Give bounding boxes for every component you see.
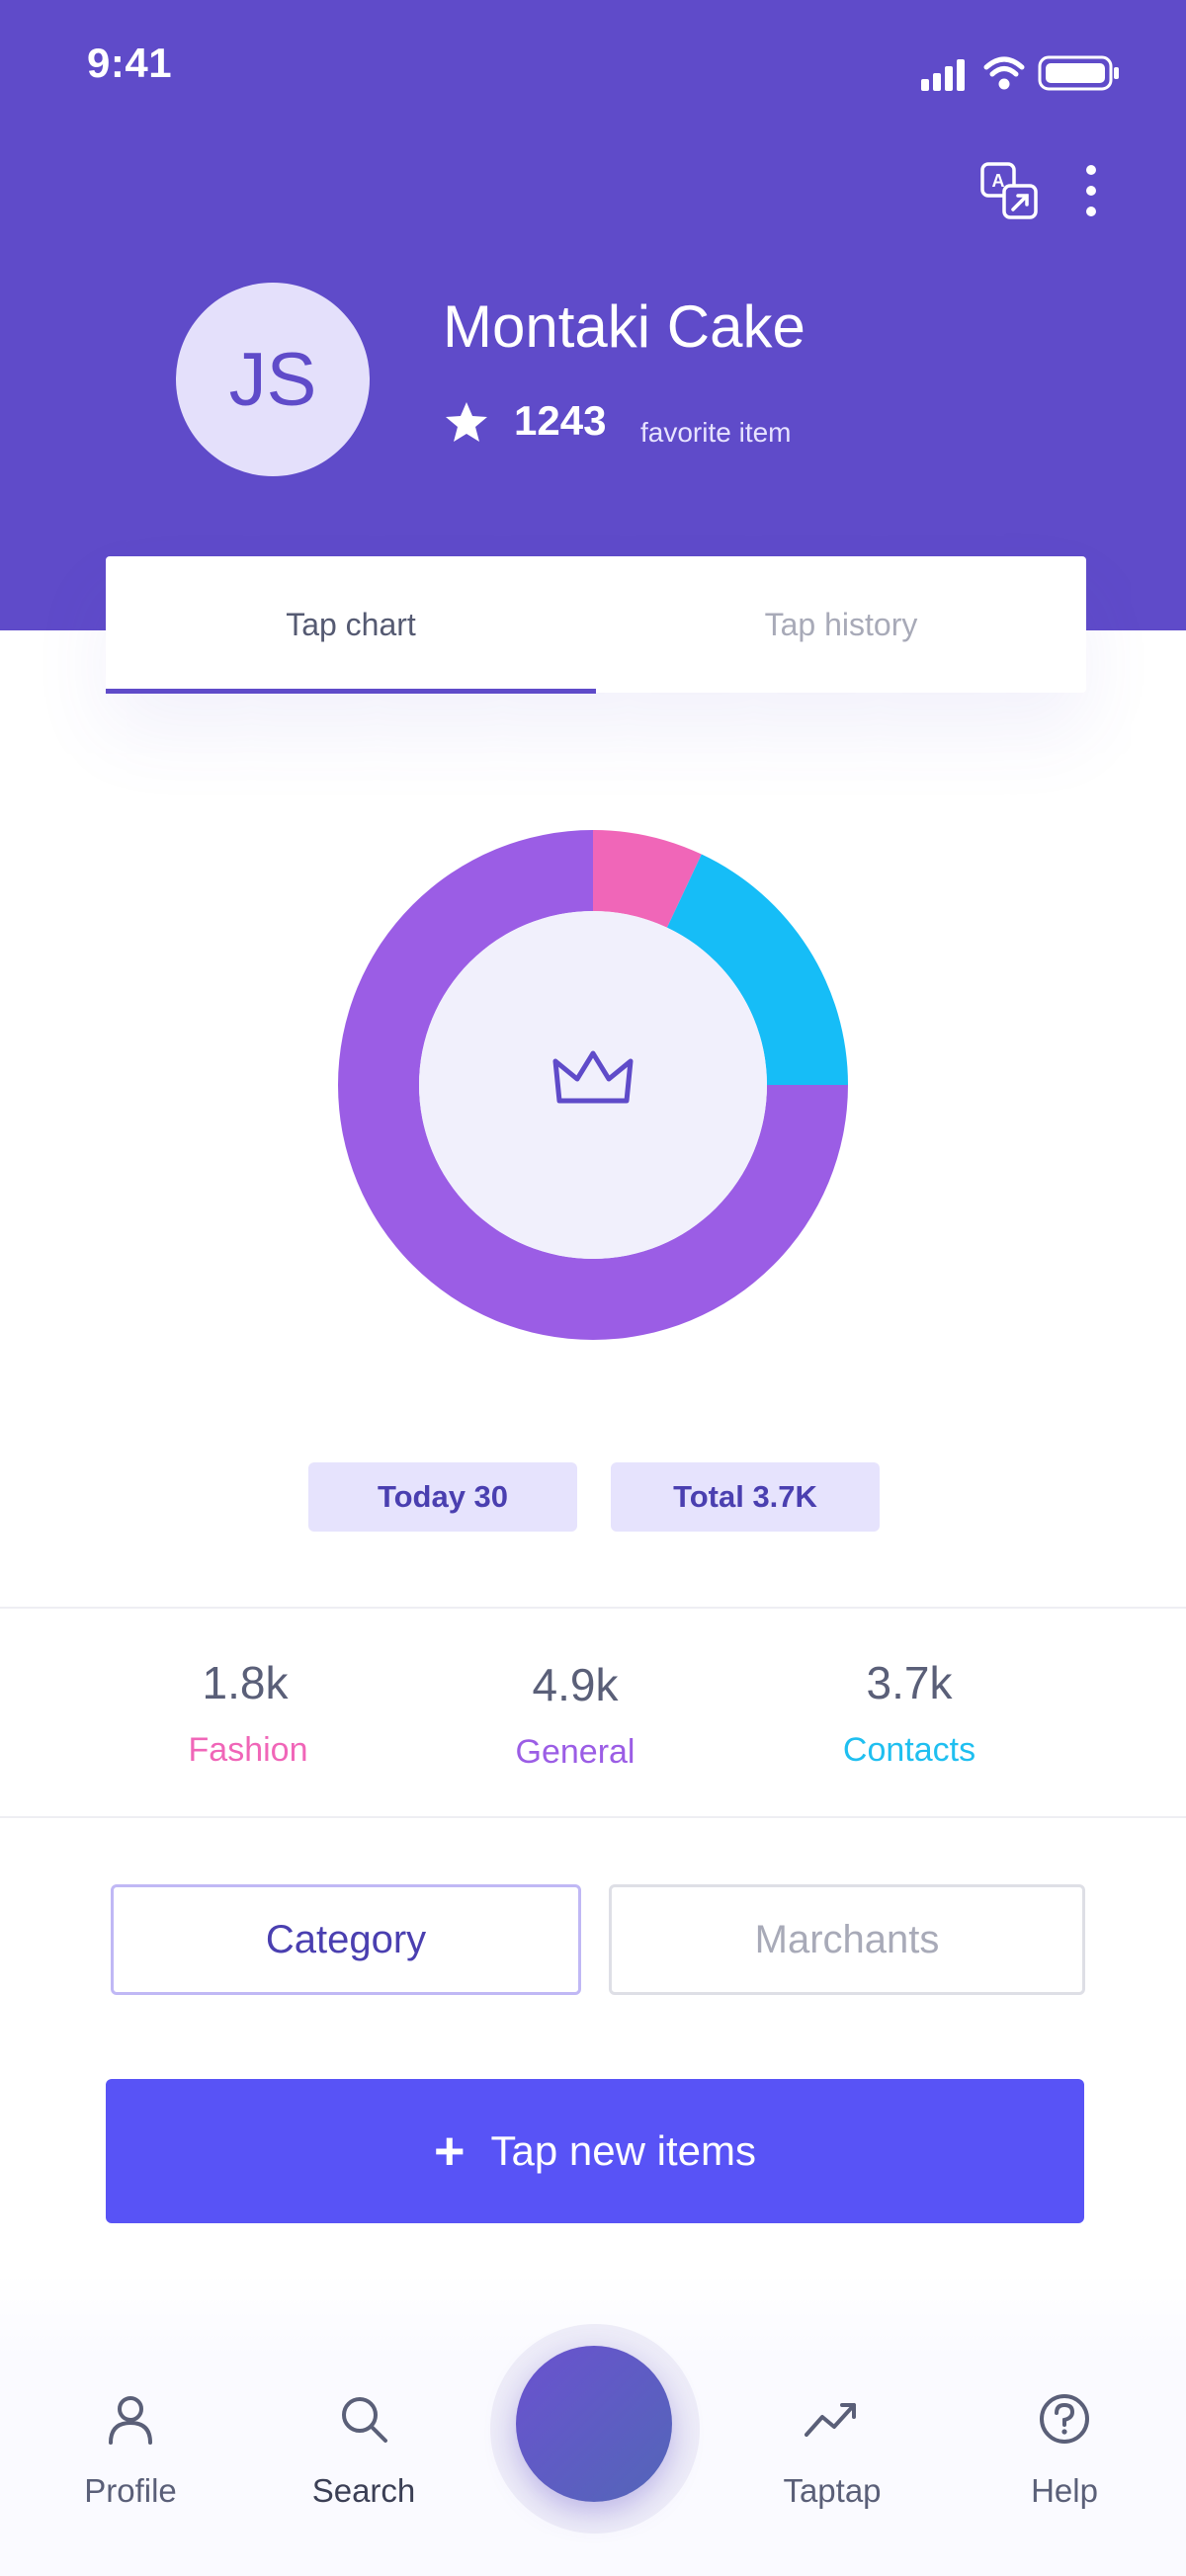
nav-label-help: Help xyxy=(1031,2472,1098,2509)
nav-label-taptap: Taptap xyxy=(783,2472,882,2509)
nav-label-search: Search xyxy=(311,2472,416,2509)
tap-new-items-label: Tap new items xyxy=(490,2127,756,2174)
nav-item-profile[interactable]: Profile xyxy=(32,2391,229,2549)
profile-icon xyxy=(109,2396,152,2445)
stat-value-general: 4.9k xyxy=(532,1659,619,1710)
nav-item-search[interactable]: Search xyxy=(265,2391,463,2549)
favorite-label: favorite item xyxy=(640,417,792,448)
active-tab-indicator xyxy=(106,689,596,694)
avatar: JS xyxy=(176,283,370,476)
total-pill: Total 3.7K xyxy=(611,1462,880,1532)
tab-tap-history[interactable]: Tap history xyxy=(596,556,1086,693)
nav-label-profile: Profile xyxy=(84,2472,177,2509)
stat-label-general: General xyxy=(515,1733,635,1771)
today-pill: Today 30 xyxy=(308,1462,577,1532)
nav-item-taptap[interactable]: Taptap xyxy=(733,2391,931,2549)
translate-icon[interactable]: A xyxy=(978,160,1040,221)
stat-label-fashion: Fashion xyxy=(188,1731,308,1769)
star-icon xyxy=(446,402,487,442)
wifi-icon xyxy=(983,56,1025,90)
signal-icon xyxy=(921,59,965,91)
tab-bar: Tap chart Tap history xyxy=(106,556,1086,694)
more-icon[interactable] xyxy=(1077,160,1105,221)
status-time: 9:41 xyxy=(87,40,173,86)
merchants-button[interactable]: Marchants xyxy=(609,1884,1085,1995)
tap-new-items-button[interactable]: + Tap new items xyxy=(106,2079,1084,2223)
svg-text:A: A xyxy=(992,171,1005,191)
center-action-button[interactable] xyxy=(516,2346,672,2502)
divider xyxy=(0,1816,1186,1818)
category-button[interactable]: Category xyxy=(111,1884,581,1995)
help-icon xyxy=(1040,2394,1089,2444)
stat-label-contacts: Contacts xyxy=(842,1731,976,1769)
stat-value-contacts: 3.7k xyxy=(866,1657,953,1708)
crown-icon xyxy=(552,1050,634,1104)
divider xyxy=(0,1607,1186,1609)
favorite-count: 1243 xyxy=(514,397,607,444)
shop-name: Montaki Cake xyxy=(443,293,805,360)
status-icons xyxy=(921,55,1119,91)
search-icon xyxy=(342,2397,387,2443)
avatar-initials: JS xyxy=(228,337,317,422)
stat-value-fashion: 1.8k xyxy=(202,1657,289,1708)
battery-icon xyxy=(1038,55,1119,91)
plus-icon: + xyxy=(434,2121,466,2181)
trend-icon xyxy=(805,2403,856,2437)
nav-item-help[interactable]: Help xyxy=(966,2391,1163,2549)
tab-tap-chart[interactable]: Tap chart xyxy=(106,556,596,693)
